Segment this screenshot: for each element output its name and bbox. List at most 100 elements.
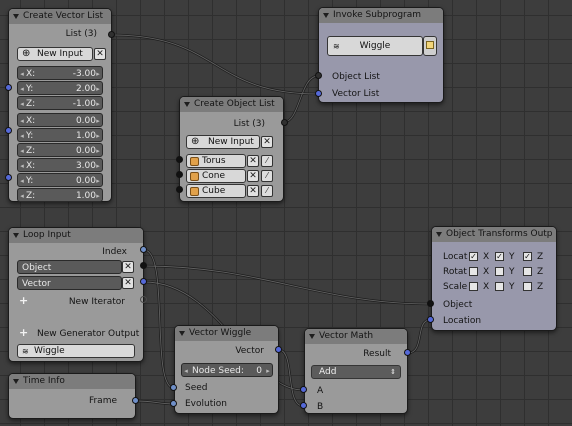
vector-2-y-field[interactable]: ◂ Y: 1.00 ▸ <box>17 128 103 142</box>
node-header[interactable]: Vector Wiggle <box>175 326 278 341</box>
increment-arrow-icon[interactable]: ▸ <box>95 159 101 173</box>
new-input-button[interactable]: ⊕ New Input <box>17 47 93 61</box>
increment-arrow-icon[interactable]: ▸ <box>95 129 101 143</box>
collapse-arrow-icon[interactable] <box>13 14 19 19</box>
remove-button[interactable]: ✕ <box>261 136 273 148</box>
new-subprogram-button[interactable] <box>423 36 437 56</box>
object-field[interactable]: Cube <box>186 184 246 198</box>
object-list-input-socket[interactable] <box>315 72 322 79</box>
vector-3-x-field[interactable]: ◂ X: 3.00 ▸ <box>17 158 103 172</box>
b-input-socket[interactable] <box>300 402 307 409</box>
vector-output-socket[interactable] <box>140 278 147 285</box>
object-transforms-output-node[interactable]: Object Transforms Outp Locat ✓ X ✓ Y ✓ Z… <box>431 226 557 331</box>
object-input-socket[interactable] <box>427 300 434 307</box>
invoke-subprogram-node[interactable]: Invoke Subprogram ≋ Wiggle Object List V… <box>318 7 444 103</box>
object-input-socket[interactable] <box>176 171 183 178</box>
vector-list-input-socket[interactable] <box>315 90 322 97</box>
list-output-socket[interactable] <box>281 119 288 126</box>
decrement-arrow-icon[interactable]: ◂ <box>19 97 25 111</box>
location-x-checkbox[interactable]: ✓ <box>469 252 478 261</box>
vector-2-input-socket[interactable] <box>5 127 12 134</box>
object-input-socket[interactable] <box>176 186 183 193</box>
vector-output-socket[interactable] <box>275 346 282 353</box>
increment-arrow-icon[interactable]: ▸ <box>95 144 101 158</box>
clear-button[interactable]: ✕ <box>247 155 259 167</box>
decrement-arrow-icon[interactable]: ◂ <box>19 82 25 96</box>
node-header[interactable]: Create Object List <box>180 97 283 112</box>
increment-arrow-icon[interactable]: ▸ <box>95 67 101 81</box>
increment-arrow-icon[interactable]: ▸ <box>95 82 101 96</box>
loop-name-field[interactable]: ≋ Wiggle <box>17 344 135 358</box>
parameter-field-object[interactable]: Object <box>17 260 122 274</box>
plus-icon[interactable]: + <box>19 326 28 339</box>
object-output-socket[interactable] <box>140 262 147 269</box>
decrement-arrow-icon[interactable]: ◂ <box>19 159 25 173</box>
collapse-arrow-icon[interactable] <box>13 379 19 384</box>
scale-z-checkbox[interactable] <box>523 282 532 291</box>
loop-input-node[interactable]: Loop Input Index Object ✕ Vector ✕ + New… <box>8 227 144 362</box>
vector-2-x-field[interactable]: ◂ X: 0.00 ▸ <box>17 113 103 127</box>
node-seed-field[interactable]: ◂ Node Seed: 0 ▸ <box>181 363 273 377</box>
new-generator-label[interactable]: New Generator Output <box>37 329 139 339</box>
location-z-checkbox[interactable]: ✓ <box>523 252 532 261</box>
eyedropper-button[interactable]: ⁄ <box>261 170 273 182</box>
node-header[interactable]: Time Info <box>9 374 135 389</box>
node-header[interactable]: Create Vector List <box>9 9 111 24</box>
operation-dropdown[interactable]: Add ⇕ <box>311 365 401 379</box>
collapse-arrow-icon[interactable] <box>309 334 315 339</box>
collapse-arrow-icon[interactable] <box>436 232 442 237</box>
remove-parameter-button[interactable]: ✕ <box>122 277 134 289</box>
increment-arrow-icon[interactable]: ▸ <box>95 189 101 203</box>
scale-y-checkbox[interactable] <box>495 282 504 291</box>
subprogram-selector[interactable]: ≋ Wiggle <box>327 36 423 56</box>
object-field[interactable]: Cone <box>186 169 246 183</box>
vector-math-node[interactable]: Vector Math Result Add ⇕ A B <box>304 328 408 414</box>
node-header[interactable]: Invoke Subprogram <box>319 8 443 23</box>
collapse-arrow-icon[interactable] <box>179 331 185 336</box>
decrement-arrow-icon[interactable]: ◂ <box>19 144 25 158</box>
create-vector-list-node[interactable]: Create Vector List List (3) ⊕ New Input … <box>8 8 112 202</box>
decrement-arrow-icon[interactable]: ◂ <box>19 174 25 188</box>
evolution-input-socket[interactable] <box>170 400 177 407</box>
vector-3-y-field[interactable]: ◂ Y: 0.00 ▸ <box>17 173 103 187</box>
vector-1-z-field[interactable]: ◂ Z: -1.00 ▸ <box>17 96 103 110</box>
increment-arrow-icon[interactable]: ▸ <box>95 174 101 188</box>
parameter-field-vector[interactable]: Vector <box>17 276 122 290</box>
seed-input-socket[interactable] <box>170 384 177 391</box>
create-object-list-node[interactable]: Create Object List List (3) ⊕ New Input … <box>179 96 284 202</box>
object-input-socket[interactable] <box>176 156 183 163</box>
collapse-arrow-icon[interactable] <box>13 233 19 238</box>
vector-3-input-socket[interactable] <box>5 174 12 181</box>
increment-arrow-icon[interactable]: ▸ <box>265 364 271 378</box>
time-info-node[interactable]: Time Info Frame <box>8 373 136 419</box>
collapse-arrow-icon[interactable] <box>323 13 329 18</box>
increment-arrow-icon[interactable]: ▸ <box>95 97 101 111</box>
decrement-arrow-icon[interactable]: ◂ <box>19 129 25 143</box>
decrement-arrow-icon[interactable]: ◂ <box>19 189 25 203</box>
decrement-arrow-icon[interactable]: ◂ <box>19 67 25 81</box>
list-output-socket[interactable] <box>108 31 115 38</box>
scale-x-checkbox[interactable] <box>469 282 478 291</box>
a-input-socket[interactable] <box>300 386 307 393</box>
vector-2-z-field[interactable]: ◂ Z: 0.00 ▸ <box>17 143 103 157</box>
increment-arrow-icon[interactable]: ▸ <box>95 114 101 128</box>
rotation-y-checkbox[interactable] <box>495 267 504 276</box>
decrement-arrow-icon[interactable]: ◂ <box>19 114 25 128</box>
decrement-arrow-icon[interactable]: ◂ <box>183 364 189 378</box>
new-iterator-label[interactable]: New Iterator <box>69 297 125 307</box>
object-field[interactable]: Torus <box>186 154 246 168</box>
frame-output-socket[interactable] <box>132 397 139 404</box>
vector-1-y-field[interactable]: ◂ Y: 2.00 ▸ <box>17 81 103 95</box>
node-header[interactable]: Vector Math <box>305 329 407 344</box>
location-input-socket[interactable] <box>427 316 434 323</box>
clear-button[interactable]: ✕ <box>247 185 259 197</box>
new-input-button[interactable]: ⊕ New Input <box>186 135 260 149</box>
vector-1-input-socket[interactable] <box>5 84 12 91</box>
index-output-socket[interactable] <box>140 246 147 253</box>
rotation-x-checkbox[interactable] <box>469 267 478 276</box>
vector-3-z-field[interactable]: ◂ Z: 1.00 ▸ <box>17 188 103 202</box>
location-y-checkbox[interactable]: ✓ <box>495 252 504 261</box>
vector-1-x-field[interactable]: ◂ X: -3.00 ▸ <box>17 66 103 80</box>
eyedropper-button[interactable]: ⁄ <box>261 155 273 167</box>
rotation-z-checkbox[interactable] <box>523 267 532 276</box>
